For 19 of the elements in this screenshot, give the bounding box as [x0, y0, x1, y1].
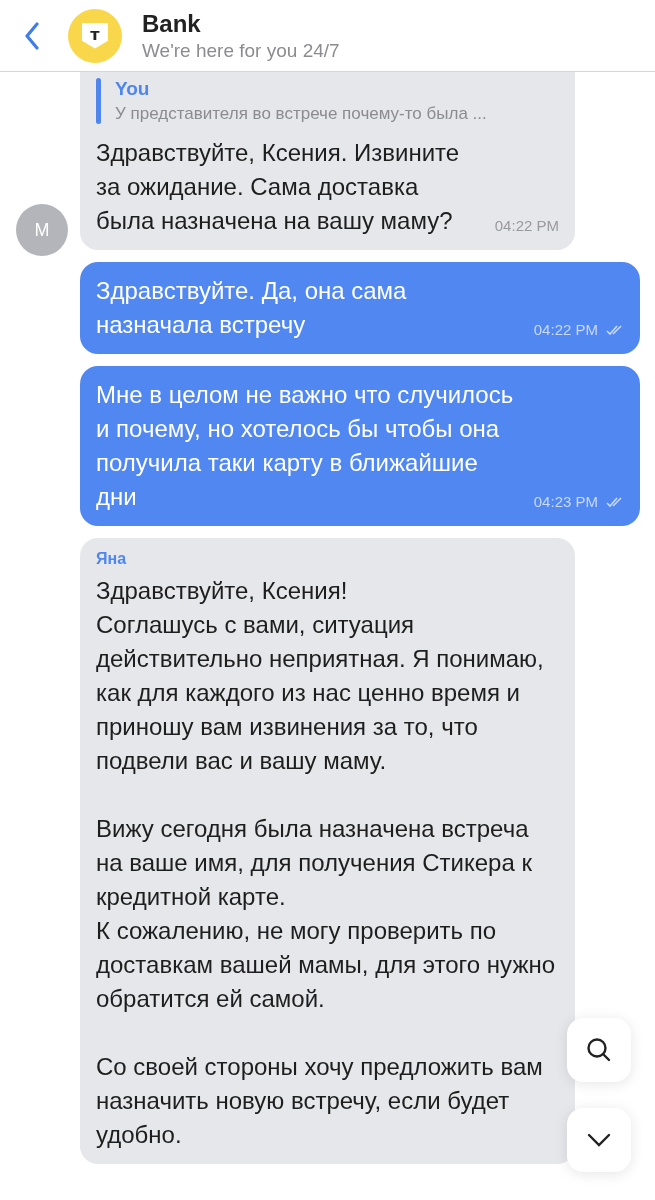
message-text: Здравствуйте, Ксения. Извините за ожидание. Сама доставка была назначена на вашу маму? — [96, 138, 461, 236]
chat-subtitle: We're here for you 24/7 — [142, 39, 340, 62]
quote-bar — [96, 78, 101, 124]
quote-author: You — [115, 78, 151, 100]
message-text: Мне в целом не важно что случилось и почему, но хотелось бы чтобы она получила таки карту в ближайшие дни — [96, 380, 515, 512]
message-text: Здравствуйте, Ксения! Соглашусь с вами, ситуация действительно неприятная. Я понимаю, как для каждого из нас ценно время и приношу вам извинения за то, что подвели вас и вашу маму. Вижу сегодня была назначена встреча на ваше имя, для получения Стикера к кредитной карте. К сожалению, не могу проверить по доставкам вашей мамы, для этого нужно обратится ей самой. Со своей стороны хочу предложить вам назначить новую встречу, если будет удобно. — [96, 576, 557, 1150]
sender-name: Яна — [96, 550, 128, 568]
message-text: Здравствуйте. Да, она сама назначала встречу — [96, 276, 408, 340]
quote-text: У представителя во встрече почему-то была ... — [115, 104, 487, 124]
message-time: 04:22 PM — [494, 217, 559, 234]
user-avatar: M — [16, 204, 68, 256]
chat-title: Bank — [142, 9, 202, 38]
search-icon — [585, 1036, 613, 1064]
search-button[interactable] — [567, 1018, 631, 1082]
message-time: 04:22 PM — [533, 321, 598, 338]
message-time: 04:23 PM — [533, 493, 598, 510]
bank-logo: т — [68, 8, 122, 63]
chevron-down-icon — [587, 1133, 611, 1147]
chevron-left-icon — [24, 21, 40, 50]
